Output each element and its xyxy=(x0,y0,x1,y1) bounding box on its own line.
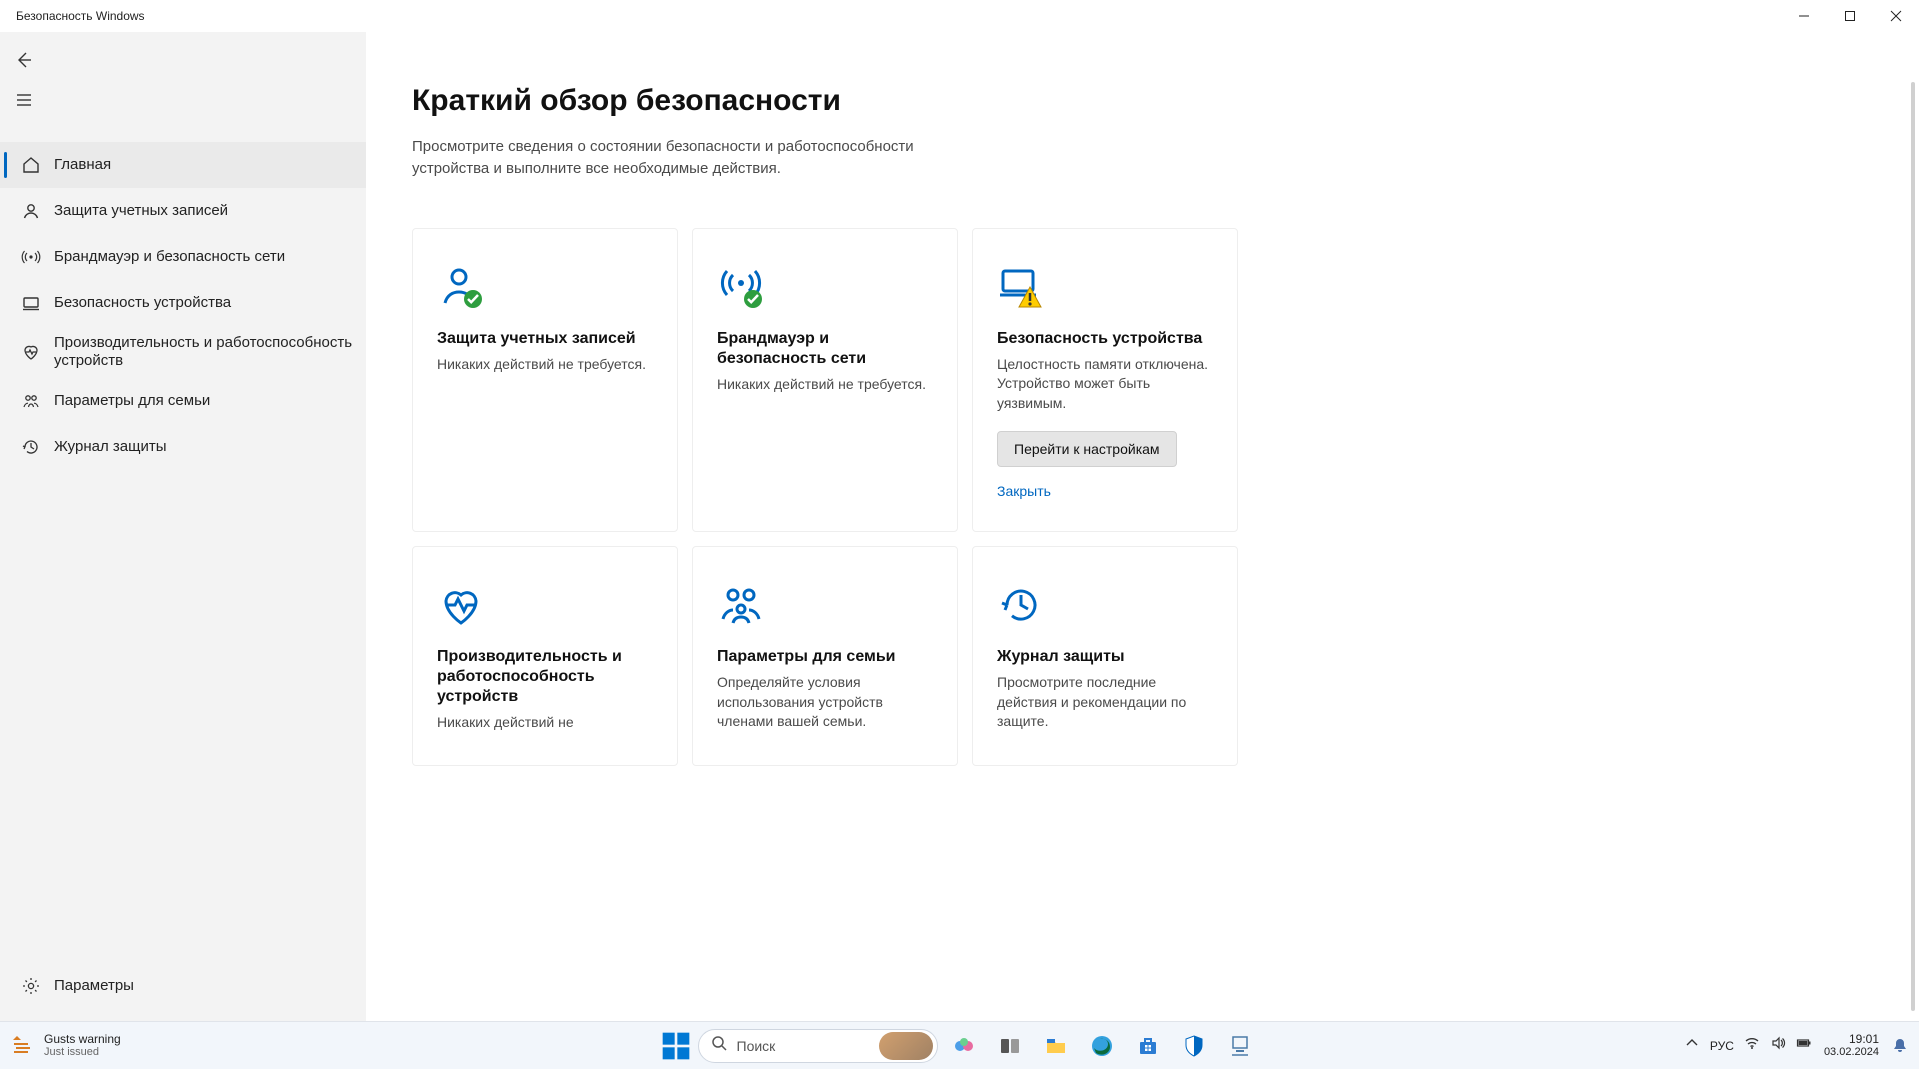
nav-account-protection[interactable]: Защита учетных записей xyxy=(0,188,366,234)
volume-icon[interactable] xyxy=(1770,1035,1786,1056)
close-button[interactable] xyxy=(1873,0,1919,32)
page-subtitle: Просмотрите сведения о состоянии безопас… xyxy=(412,136,972,180)
dismiss-link[interactable]: Закрыть xyxy=(997,483,1213,499)
cards-grid: Защита учетных записей Никаких действий … xyxy=(412,228,1859,766)
system-tray[interactable]: РУС xyxy=(1684,1035,1812,1056)
home-icon xyxy=(16,155,46,175)
nav-label: Брандмауэр и безопасность сети xyxy=(54,248,352,266)
account-icon xyxy=(16,201,46,221)
taskbar-app-generic[interactable] xyxy=(1220,1026,1260,1066)
card-title: Параметры для семьи xyxy=(717,647,933,667)
history-icon xyxy=(997,573,1213,629)
card-title: Безопасность устройства xyxy=(997,329,1213,349)
family-icon xyxy=(16,391,46,411)
search-highlight-image xyxy=(879,1032,933,1060)
card-desc: Просмотрите последние действия и рекомен… xyxy=(997,673,1213,732)
card-desc: Никаких действий не требуется. xyxy=(717,375,933,395)
clock-time: 19:01 xyxy=(1849,1033,1879,1046)
weather-icon xyxy=(10,1034,34,1058)
nav-list: Главная Защита учетных записей Брандмауэ… xyxy=(0,124,366,963)
card-desc: Никаких действий не требуется. xyxy=(437,355,653,375)
nav-performance[interactable]: Производительность и работоспособность у… xyxy=(0,326,366,378)
network-icon xyxy=(16,247,46,267)
nav-label: Журнал защиты xyxy=(54,438,352,456)
card-firewall[interactable]: Брандмауэр и безопасность сети Никаких д… xyxy=(692,228,958,533)
language-indicator[interactable]: РУС xyxy=(1710,1039,1734,1053)
card-account-protection[interactable]: Защита учетных записей Никаких действий … xyxy=(412,228,678,533)
window-title: Безопасность Windows xyxy=(16,9,145,23)
card-device-security[interactable]: Безопасность устройства Целостность памя… xyxy=(972,228,1238,533)
wifi-icon[interactable] xyxy=(1744,1035,1760,1056)
card-title: Брандмауэр и безопасность сети xyxy=(717,329,933,369)
taskbar-explorer[interactable] xyxy=(1036,1026,1076,1066)
taskbar-search[interactable]: Поиск xyxy=(698,1029,938,1063)
search-placeholder: Поиск xyxy=(737,1038,776,1054)
main-content: Краткий обзор безопасности Просмотрите с… xyxy=(366,32,1919,1021)
health-icon xyxy=(16,342,46,362)
search-icon xyxy=(711,1035,727,1056)
nav-settings[interactable]: Параметры xyxy=(0,963,366,1009)
nav-label: Главная xyxy=(54,156,352,174)
start-button[interactable] xyxy=(660,1030,692,1062)
nav-device-security[interactable]: Безопасность устройства xyxy=(0,280,366,326)
nav-label: Параметры xyxy=(54,977,352,995)
notification-icon[interactable] xyxy=(1891,1037,1909,1055)
taskbar-copilot[interactable] xyxy=(944,1026,984,1066)
card-desc: Целостность памяти отключена. Устройство… xyxy=(997,355,1213,414)
device-icon xyxy=(16,293,46,313)
history-icon xyxy=(16,437,46,457)
nav-label: Защита учетных записей xyxy=(54,202,352,220)
gear-icon xyxy=(16,976,46,996)
card-performance[interactable]: Производительность и работоспособность у… xyxy=(412,546,678,766)
family-icon xyxy=(717,573,933,629)
back-button[interactable] xyxy=(0,40,48,80)
sidebar: Главная Защита учетных записей Брандмауэ… xyxy=(0,32,366,1021)
battery-icon[interactable] xyxy=(1796,1035,1812,1056)
health-icon xyxy=(437,573,653,629)
page-title: Краткий обзор безопасности xyxy=(412,84,1859,118)
weather-line1: Gusts warning xyxy=(44,1033,121,1046)
nav-home[interactable]: Главная xyxy=(0,142,366,188)
taskbar: Gusts warning Just issued Поиск xyxy=(0,1021,1919,1069)
minimize-button[interactable] xyxy=(1781,0,1827,32)
card-family[interactable]: Параметры для семьи Определяйте условия … xyxy=(692,546,958,766)
card-protection-history[interactable]: Журнал защиты Просмотрите последние дейс… xyxy=(972,546,1238,766)
card-desc: Определяйте условия использования устрой… xyxy=(717,673,933,732)
hamburger-button[interactable] xyxy=(0,80,48,120)
nav-family[interactable]: Параметры для семьи xyxy=(0,378,366,424)
account-icon xyxy=(437,255,653,311)
taskbar-taskview[interactable] xyxy=(990,1026,1030,1066)
nav-label: Параметры для семьи xyxy=(54,392,352,410)
network-icon xyxy=(717,255,933,311)
weather-line2: Just issued xyxy=(44,1046,121,1058)
scrollbar[interactable] xyxy=(1911,82,1915,1011)
nav-label: Производительность и работоспособность у… xyxy=(54,334,352,370)
card-title: Защита учетных записей xyxy=(437,329,653,349)
clock-date: 03.02.2024 xyxy=(1824,1046,1879,1058)
titlebar: Безопасность Windows xyxy=(0,0,1919,32)
taskbar-security[interactable] xyxy=(1174,1026,1214,1066)
card-title: Журнал защиты xyxy=(997,647,1213,667)
go-to-settings-button[interactable]: Перейти к настройкам xyxy=(997,431,1177,467)
maximize-button[interactable] xyxy=(1827,0,1873,32)
device-warning-icon xyxy=(997,255,1213,311)
nav-protection-history[interactable]: Журнал защиты xyxy=(0,424,366,470)
nav-firewall[interactable]: Брандмауэр и безопасность сети xyxy=(0,234,366,280)
chevron-up-icon[interactable] xyxy=(1684,1035,1700,1056)
taskbar-edge[interactable] xyxy=(1082,1026,1122,1066)
card-desc: Никаких действий не xyxy=(437,713,653,733)
nav-label: Безопасность устройства xyxy=(54,294,352,312)
taskbar-store[interactable] xyxy=(1128,1026,1168,1066)
card-title: Производительность и работоспособность у… xyxy=(437,647,653,707)
taskbar-weather[interactable]: Gusts warning Just issued xyxy=(10,1033,330,1058)
taskbar-clock[interactable]: 19:01 03.02.2024 xyxy=(1824,1033,1879,1058)
